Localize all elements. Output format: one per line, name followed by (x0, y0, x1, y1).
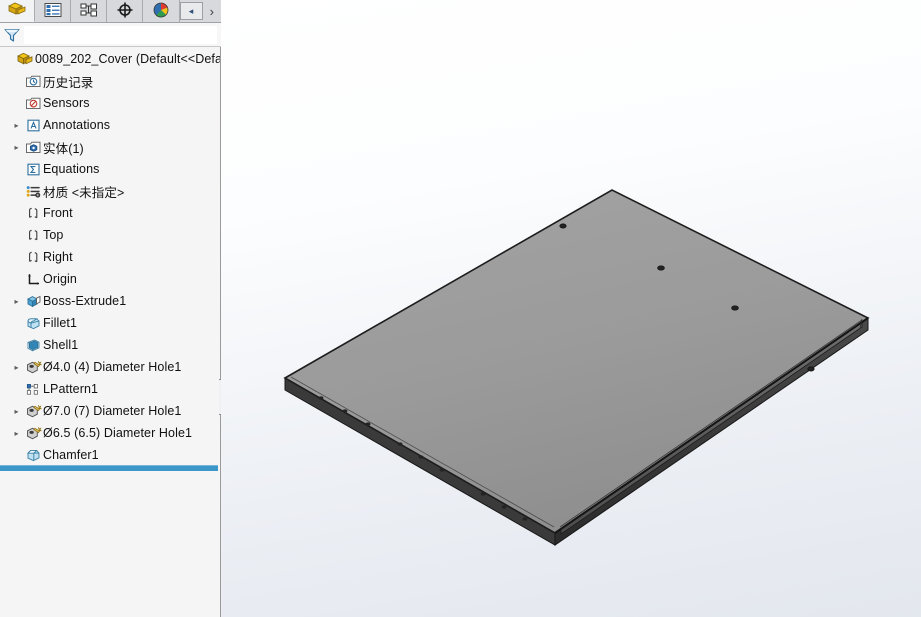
tree-item-label: Equations (43, 162, 100, 176)
hole-interior-2 (731, 305, 739, 311)
graphics-area[interactable] (221, 0, 921, 617)
hole-left-edge-1 (318, 396, 324, 400)
tree-item-diameter-hole-7-0[interactable]: ▸ Ø7.0 (7) Diameter Hole1 (0, 400, 220, 422)
tab-display-manager[interactable] (143, 0, 180, 22)
tree-filter-input[interactable] (24, 25, 217, 44)
tree-item-equations[interactable]: Equations (0, 158, 220, 180)
tree-item-diameter-hole-4-0[interactable]: ▸ Ø4.0 (4) Diameter Hole1 (0, 356, 220, 378)
tree-item-boss-extrude1[interactable]: ▸ Boss-Extrude1 (0, 290, 220, 312)
tree-item-label: Fillet1 (43, 316, 78, 330)
tree-item-label: Chamfer1 (43, 448, 99, 462)
configuration-icon (79, 2, 99, 21)
tree-item-label: 历史记录 (43, 75, 94, 90)
tree-item-annotations[interactable]: ▸ Annotations (0, 114, 220, 136)
appearance-icon (151, 1, 171, 22)
tree-item-label: LPattern1 (43, 382, 99, 396)
propertylist-icon (43, 2, 63, 21)
equations-icon (23, 162, 43, 177)
tree-item-lpattern1[interactable]: LPattern1 (0, 378, 220, 400)
chevron-right-icon[interactable]: ▸ (10, 297, 23, 306)
solid-bodies-icon (23, 140, 43, 155)
hole-left-edge-2 (342, 409, 348, 413)
feature-tree[interactable]: 0089_202_Cover (Default<<Defaul 历史记录 Sen… (0, 48, 220, 468)
origin-icon (23, 272, 43, 287)
tree-item-material[interactable]: 材质 <未指定> (0, 180, 220, 202)
tree-item-diameter-hole-6-5[interactable]: ▸ Ø6.5 (6.5) Diameter Hole1 (0, 422, 220, 444)
plane-icon (23, 228, 43, 243)
part-icon (15, 51, 35, 67)
tree-item-fillet1[interactable]: Fillet1 (0, 312, 220, 334)
hole-wizard-icon (23, 426, 43, 441)
tab-configuration-manager[interactable] (71, 0, 108, 22)
plate-top-face[interactable] (283, 189, 870, 534)
tree-filter-row (0, 23, 221, 47)
tree-item-label: Top (43, 228, 64, 242)
chevron-right-icon[interactable]: ▸ (10, 429, 23, 438)
tab-scroll-right-button[interactable]: › (202, 0, 221, 22)
hole-interior-1 (657, 265, 665, 271)
tree-item-plane-top[interactable]: Top (0, 224, 220, 246)
history-icon (23, 74, 43, 89)
solidworks-window: ◂ › 0089_202_Cover (Default<<Defaul 历史记录… (0, 0, 921, 617)
tree-item-label: 材质 <未指定> (43, 185, 125, 200)
rollback-bar[interactable] (0, 465, 218, 471)
tree-item-label: 实体(1) (43, 141, 84, 156)
plane-icon (23, 250, 43, 265)
plane-icon (23, 206, 43, 221)
hole-wizard-icon (23, 360, 43, 375)
hole-right-edge-1 (807, 366, 815, 372)
manager-tab-strip: ◂ › (0, 0, 221, 23)
shell-icon (23, 338, 43, 353)
linear-pattern-icon (23, 382, 43, 397)
sensors-icon (23, 96, 43, 111)
hole-left-edge-8 (501, 505, 507, 509)
feature-manager-panel: ◂ › 0089_202_Cover (Default<<Defaul 历史记录… (0, 0, 221, 617)
hole-left-edge-9 (522, 517, 528, 521)
tree-item-label: Right (43, 250, 73, 264)
tree-item-label: Ø6.5 (6.5) Diameter Hole1 (43, 426, 193, 440)
cover-plate-model[interactable] (221, 0, 921, 617)
tab-property-manager[interactable] (35, 0, 72, 22)
hole-wizard-icon (23, 404, 43, 419)
tree-item-label: Sensors (43, 96, 90, 110)
extrude-icon (23, 294, 43, 309)
tree-item-sensors[interactable]: Sensors (0, 92, 220, 114)
dimxpert-icon (115, 1, 135, 22)
tree-item-solid-bodies[interactable]: ▸ 实体(1) (0, 136, 220, 158)
tab-dimxpert-manager[interactable] (107, 0, 144, 22)
chevron-right-icon[interactable]: ▸ (10, 143, 23, 152)
fillet-icon (23, 316, 43, 331)
tree-root-label: 0089_202_Cover (Default<<Defaul (35, 52, 220, 66)
hole-left-edge-5 (418, 455, 424, 459)
tree-item-origin[interactable]: Origin (0, 268, 220, 290)
material-icon (23, 184, 43, 199)
tree-root-item[interactable]: 0089_202_Cover (Default<<Defaul (0, 48, 220, 70)
chevron-right-icon[interactable]: ▸ (10, 363, 23, 372)
annotations-icon (23, 118, 43, 133)
tab-scroll-left-button[interactable]: ◂ (179, 2, 203, 20)
filter-funnel-icon[interactable] (0, 26, 24, 44)
tree-item-label: Origin (43, 272, 77, 286)
hole-top-edge-1 (559, 223, 567, 229)
tree-item-label: Ø7.0 (7) Diameter Hole1 (43, 404, 182, 418)
hole-left-edge-3 (365, 422, 371, 426)
chevron-right-icon[interactable]: ▸ (10, 407, 23, 416)
chevron-right-icon[interactable]: ▸ (10, 121, 23, 130)
tree-item-label: Ø4.0 (4) Diameter Hole1 (43, 360, 182, 374)
tree-item-plane-front[interactable]: Front (0, 202, 220, 224)
tree-item-label: Boss-Extrude1 (43, 294, 127, 308)
tree-item-label: Front (43, 206, 73, 220)
hole-left-edge-6 (439, 468, 445, 472)
tree-item-plane-right[interactable]: Right (0, 246, 220, 268)
tree-item-label: Annotations (43, 118, 111, 132)
featuretree-icon (6, 0, 28, 21)
hole-left-edge-7 (480, 492, 486, 496)
tree-item-shell1[interactable]: Shell1 (0, 334, 220, 356)
chamfer-icon (23, 448, 43, 463)
tab-feature-manager[interactable] (0, 0, 36, 22)
tree-item-history[interactable]: 历史记录 (0, 70, 220, 92)
tree-item-chamfer1[interactable]: Chamfer1 (0, 444, 220, 466)
hole-left-edge-4 (397, 442, 403, 446)
tree-item-label: Shell1 (43, 338, 79, 352)
